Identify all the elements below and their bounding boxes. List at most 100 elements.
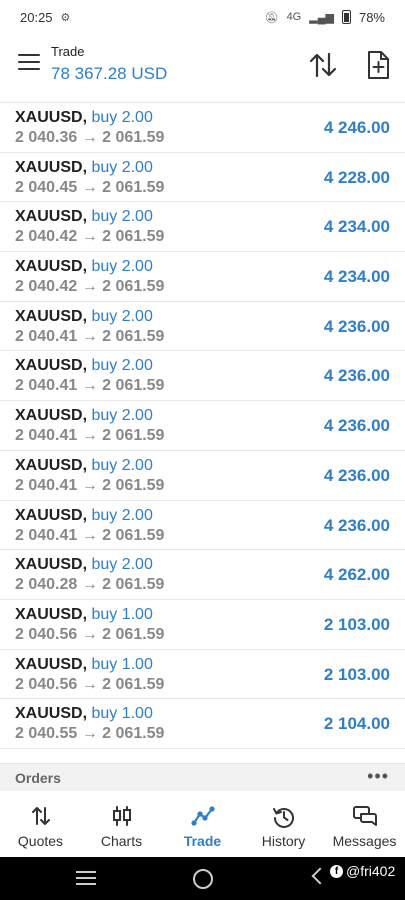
position-title: XAUUSD, buy 1.00 [15, 705, 153, 723]
mute-icon: 🔕︎ [264, 11, 279, 24]
position-prices: 2 040.41 → 2 061.59 [15, 377, 165, 395]
orders-section: Orders ••• [0, 763, 405, 792]
app-header: Trade 78 367.28 USD [0, 34, 405, 100]
tab-trade[interactable]: Trade [162, 791, 243, 857]
position-symbol: XAUUSD, [15, 258, 88, 276]
position-type: buy 2.00 [91, 407, 153, 425]
position-row[interactable]: XAUUSD, buy 2.00 2 040.45 → 2 061.59 4 2… [0, 153, 405, 203]
orders-label: Orders [15, 770, 61, 786]
back-icon[interactable] [311, 867, 329, 885]
position-prices: 2 040.41 → 2 061.59 [15, 327, 165, 345]
position-type: buy 2.00 [91, 208, 153, 226]
position-symbol: XAUUSD, [15, 357, 88, 375]
position-symbol: XAUUSD, [15, 655, 88, 673]
position-row[interactable]: XAUUSD, buy 1.00 2 040.55 → 2 061.59 2 1… [0, 699, 405, 749]
position-row[interactable]: XAUUSD, buy 2.00 2 040.28 → 2 061.59 4 2… [0, 550, 405, 600]
more-options-icon[interactable]: ••• [367, 766, 389, 787]
position-prices: 2 040.56 → 2 061.59 [15, 625, 165, 643]
position-prices: 2 040.55 → 2 061.59 [15, 725, 165, 743]
position-profit: 4 234.00 [323, 217, 390, 237]
position-prices: 2 040.42 → 2 061.59 [15, 278, 165, 296]
position-type: buy 2.00 [91, 357, 153, 375]
position-symbol: XAUUSD, [15, 158, 88, 176]
position-type: buy 1.00 [91, 605, 153, 623]
status-bar: 20:25 ⚙ 🔕︎ 4G ▂▄▆ 78% [0, 0, 405, 34]
position-symbol: XAUUSD, [15, 208, 88, 226]
position-profit: 4 236.00 [323, 366, 390, 386]
position-prices: 2 040.28 → 2 061.59 [15, 576, 165, 594]
position-symbol: XAUUSD, [15, 456, 88, 474]
position-title: XAUUSD, buy 2.00 [15, 507, 153, 525]
position-type: buy 1.00 [91, 705, 153, 723]
home-icon[interactable] [193, 869, 213, 889]
position-prices: 2 040.45 → 2 061.59 [15, 178, 165, 196]
position-row[interactable]: XAUUSD, buy 2.00 2 040.41 → 2 061.59 4 2… [0, 451, 405, 501]
position-title: XAUUSD, buy 2.00 [15, 159, 153, 177]
position-row[interactable]: XAUUSD, buy 2.00 2 040.36 → 2 061.59 4 2… [0, 103, 405, 153]
menu-icon[interactable] [18, 54, 40, 70]
position-row[interactable]: XAUUSD, buy 2.00 2 040.41 → 2 061.59 4 2… [0, 501, 405, 551]
position-title: XAUUSD, buy 2.00 [15, 457, 153, 475]
page-title: Trade [51, 44, 85, 59]
position-type: buy 2.00 [91, 258, 153, 276]
trade-trend-icon [190, 806, 215, 826]
position-title: XAUUSD, buy 2.00 [15, 357, 153, 375]
position-prices: 2 040.36 → 2 061.59 [15, 129, 165, 146]
position-title: XAUUSD, buy 1.00 [15, 606, 153, 624]
tab-charts-label: Charts [100, 833, 143, 849]
position-profit: 4 262.00 [323, 565, 390, 585]
sort-icon[interactable] [308, 50, 338, 80]
position-prices: 2 040.41 → 2 061.59 [15, 526, 165, 544]
position-type: buy 2.00 [91, 158, 153, 176]
position-row[interactable]: XAUUSD, buy 1.00 2 040.56 → 2 061.59 2 1… [0, 650, 405, 700]
tab-history[interactable]: History [243, 791, 324, 857]
position-symbol: XAUUSD, [15, 605, 88, 623]
position-title: XAUUSD, buy 2.00 [15, 208, 153, 226]
tab-messages[interactable]: Messages [324, 791, 405, 857]
position-profit: 2 103.00 [323, 614, 390, 634]
position-title: XAUUSD, buy 2.00 [15, 258, 153, 276]
tab-quotes-label: Quotes [17, 833, 64, 849]
settings-gear-icon: ⚙ [60, 11, 71, 24]
position-prices: 2 040.56 → 2 061.59 [15, 675, 165, 693]
positions-list: XAUUSD, buy 2.00 2 040.36 → 2 061.59 4 2… [0, 102, 405, 749]
position-symbol: XAUUSD, [15, 109, 88, 126]
battery-icon [341, 10, 351, 24]
tab-history-label: History [261, 833, 306, 849]
position-profit: 2 104.00 [323, 714, 390, 734]
position-symbol: XAUUSD, [15, 705, 88, 723]
tab-messages-label: Messages [332, 833, 397, 849]
position-title: XAUUSD, buy 2.00 [15, 407, 153, 425]
recent-apps-icon[interactable] [76, 871, 96, 885]
position-row[interactable]: XAUUSD, buy 1.00 2 040.56 → 2 061.59 2 1… [0, 600, 405, 650]
position-row[interactable]: XAUUSD, buy 2.00 2 040.41 → 2 061.59 4 2… [0, 351, 405, 402]
tab-quotes[interactable]: Quotes [0, 791, 81, 857]
candlestick-icon [112, 806, 131, 826]
battery-percent: 78% [358, 9, 385, 25]
position-prices: 2 040.42 → 2 061.59 [15, 228, 165, 246]
position-symbol: XAUUSD, [15, 506, 88, 524]
position-profit: 4 236.00 [323, 515, 390, 535]
position-profit: 4 234.00 [323, 267, 390, 287]
new-order-icon[interactable] [364, 50, 392, 80]
position-type: buy 2.00 [91, 456, 153, 474]
position-row[interactable]: XAUUSD, buy 2.00 2 040.41 → 2 061.59 4 2… [0, 401, 405, 451]
bottom-tab-bar: Quotes Charts Trade History Messages [0, 791, 405, 857]
position-title: XAUUSD, buy 2.00 [15, 556, 153, 574]
position-row[interactable]: XAUUSD, buy 2.00 2 040.42 → 2 061.59 4 2… [0, 252, 405, 302]
position-profit: 4 236.00 [323, 465, 390, 485]
position-profit: 4 228.00 [323, 167, 390, 187]
position-symbol: XAUUSD, [15, 407, 88, 425]
watermark: f @fri402 [330, 863, 395, 879]
position-row[interactable]: XAUUSD, buy 2.00 2 040.42 → 2 061.59 4 2… [0, 202, 405, 253]
position-prices: 2 040.41 → 2 061.59 [15, 427, 165, 445]
status-time: 20:25 [20, 9, 53, 25]
position-profit: 4 246.00 [323, 118, 390, 137]
network-type: 4G [286, 11, 302, 23]
position-type: buy 2.00 [91, 307, 153, 325]
position-row[interactable]: XAUUSD, buy 2.00 2 040.41 → 2 061.59 4 2… [0, 302, 405, 352]
quotes-arrows-icon [31, 807, 50, 825]
messages-chat-icon [352, 806, 377, 826]
tab-charts[interactable]: Charts [81, 791, 162, 857]
position-type: buy 2.00 [91, 109, 153, 126]
